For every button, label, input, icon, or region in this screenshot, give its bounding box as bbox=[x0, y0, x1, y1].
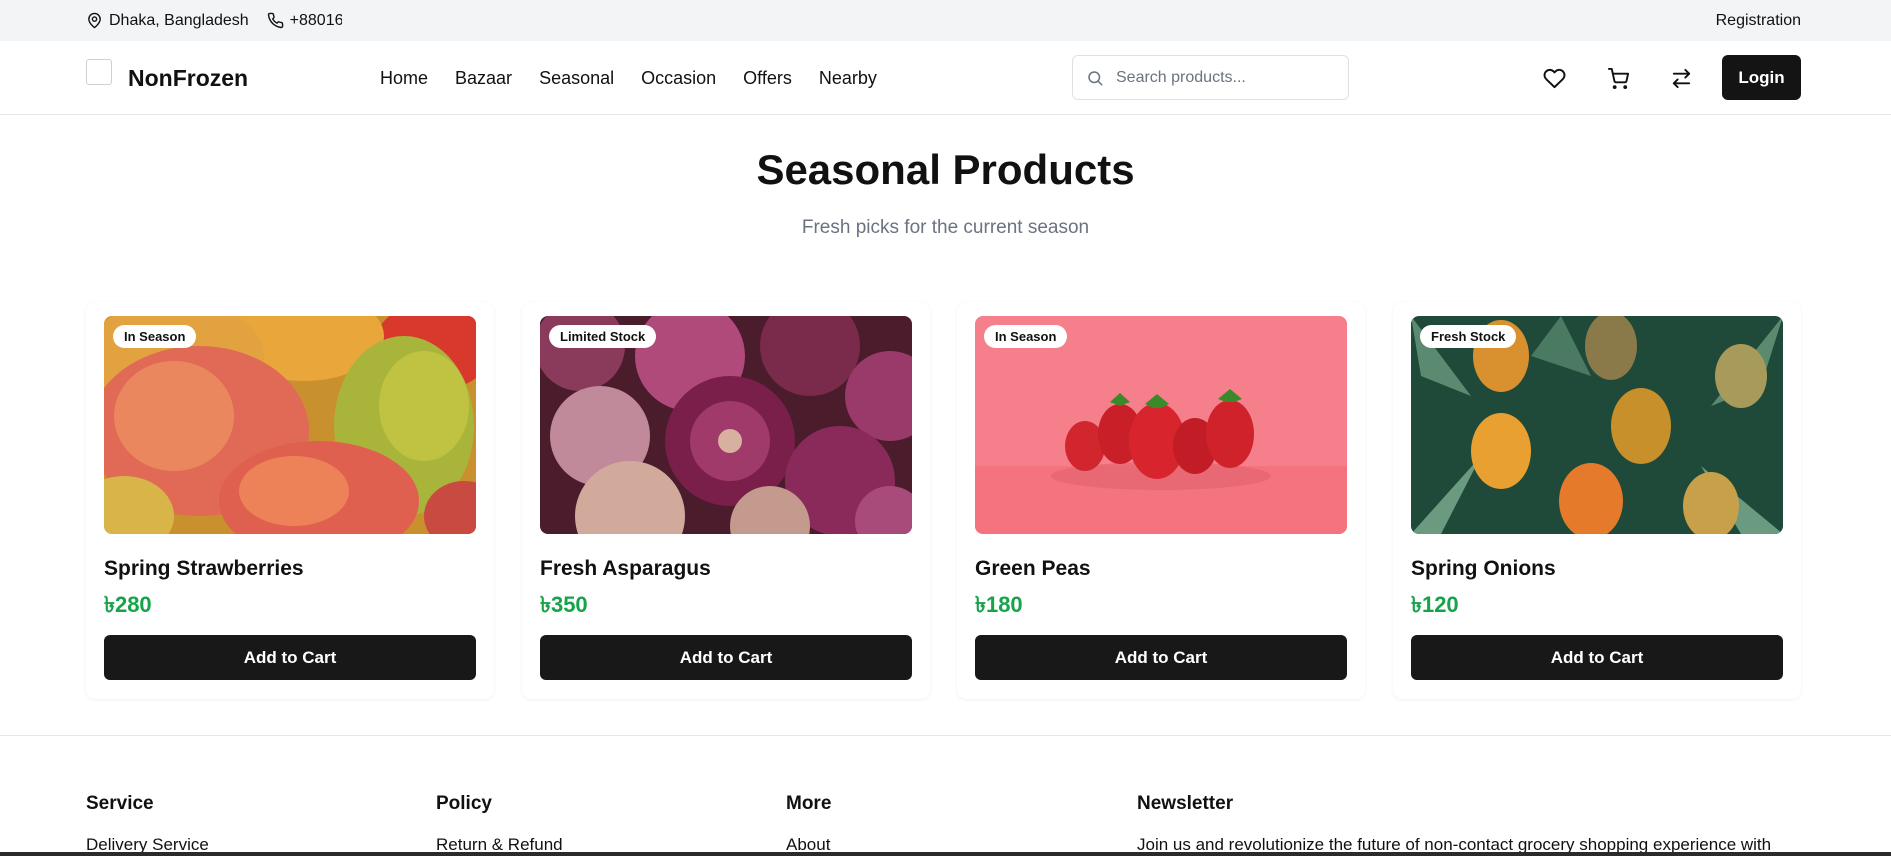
phone-icon bbox=[267, 12, 283, 29]
footer-heading-newsletter: Newsletter bbox=[1137, 793, 1234, 814]
product-price: ৳180 bbox=[975, 592, 1023, 617]
footer-newsletter: Newsletter Join us and revolutionize the… bbox=[1137, 793, 1771, 854]
product-price: ৳120 bbox=[1411, 592, 1459, 617]
product-card: Fresh Stock Spring Onions ৳120 Add to Ca… bbox=[1393, 302, 1801, 699]
search-box[interactable] bbox=[1072, 55, 1349, 100]
registration-link[interactable]: Registration bbox=[1716, 0, 1801, 41]
product-name[interactable]: Spring Strawberries bbox=[104, 557, 304, 581]
footer-service: Service Delivery Service bbox=[86, 793, 209, 854]
main-header: NonFrozen Home Bazaar Seasonal Occasion … bbox=[0, 41, 1891, 115]
footer-heading-more: More bbox=[786, 793, 832, 814]
product-price: ৳350 bbox=[540, 592, 588, 617]
add-to-cart-button[interactable]: Add to Cart bbox=[975, 635, 1347, 680]
location-pin-icon bbox=[88, 12, 101, 29]
arrows-swap-icon bbox=[1672, 68, 1690, 88]
product-card: Limited Stock Fresh Asparagus ৳350 Add t… bbox=[522, 302, 930, 699]
nav-occasion[interactable]: Occasion bbox=[641, 68, 716, 89]
search-icon bbox=[1088, 70, 1103, 85]
product-name[interactable]: Green Peas bbox=[975, 557, 1091, 581]
nav-home[interactable]: Home bbox=[380, 68, 428, 89]
contact-info: Dhaka, Bangladesh +88016 bbox=[86, 0, 342, 41]
footer-heading-policy: Policy bbox=[436, 793, 492, 814]
nav-seasonal[interactable]: Seasonal bbox=[539, 68, 614, 89]
wishlist-button[interactable] bbox=[1539, 63, 1569, 93]
strawberry-photo bbox=[975, 316, 1347, 534]
login-button[interactable]: Login bbox=[1722, 55, 1801, 100]
search-input[interactable] bbox=[1116, 68, 1336, 87]
brand-logo[interactable]: NonFrozen bbox=[86, 41, 248, 115]
compare-button[interactable] bbox=[1666, 63, 1696, 93]
product-name[interactable]: Spring Onions bbox=[1411, 557, 1556, 581]
cart-icon bbox=[1607, 67, 1629, 89]
product-image-mangoes[interactable]: In Season bbox=[104, 316, 476, 534]
product-name[interactable]: Fresh Asparagus bbox=[540, 557, 711, 581]
product-badge: In Season bbox=[113, 325, 197, 348]
mango-photo bbox=[104, 316, 476, 534]
broken-logo-image bbox=[86, 59, 112, 85]
cart-button[interactable] bbox=[1603, 63, 1633, 93]
top-bar: Dhaka, Bangladesh +88016 Registration bbox=[0, 0, 1891, 41]
footer-more: More About bbox=[786, 793, 832, 854]
page-subtitle: Fresh picks for the current season bbox=[801, 217, 1090, 238]
onion-photo bbox=[540, 316, 912, 534]
pineapple-photo bbox=[1411, 316, 1783, 534]
nav-bazaar[interactable]: Bazaar bbox=[455, 68, 512, 89]
phone-info: +88016 bbox=[267, 12, 342, 30]
heart-icon bbox=[1543, 68, 1565, 88]
footer-heading-service: Service bbox=[86, 793, 154, 814]
add-to-cart-button[interactable]: Add to Cart bbox=[1411, 635, 1783, 680]
window-bottom-edge bbox=[0, 852, 1891, 856]
product-badge: Limited Stock bbox=[549, 325, 657, 348]
phone-text: +88016 bbox=[289, 11, 342, 29]
product-image-strawberries[interactable]: In Season bbox=[975, 316, 1347, 534]
product-badge: Fresh Stock bbox=[1420, 325, 1517, 348]
main-nav: Home Bazaar Seasonal Occasion Offers Nea… bbox=[380, 41, 877, 115]
product-image-onions[interactable]: Limited Stock bbox=[540, 316, 912, 534]
product-card: In Season Green Peas ৳180 Add to Cart bbox=[957, 302, 1365, 699]
add-to-cart-button[interactable]: Add to Cart bbox=[540, 635, 912, 680]
footer-policy: Policy Return & Refund bbox=[436, 793, 563, 854]
add-to-cart-button[interactable]: Add to Cart bbox=[104, 635, 476, 680]
footer-divider bbox=[0, 735, 1891, 736]
page-title: Seasonal Products bbox=[756, 146, 1135, 193]
product-image-pineapples[interactable]: Fresh Stock bbox=[1411, 316, 1783, 534]
location-text: Dhaka, Bangladesh bbox=[109, 11, 249, 29]
product-price: ৳280 bbox=[104, 592, 152, 617]
brand-name: NonFrozen bbox=[128, 64, 249, 91]
nav-offers[interactable]: Offers bbox=[743, 68, 792, 89]
location-info: Dhaka, Bangladesh bbox=[86, 12, 249, 30]
product-card: In Season Spring Strawberries ৳280 Add t… bbox=[86, 302, 494, 699]
nav-nearby[interactable]: Nearby bbox=[819, 68, 877, 89]
product-badge: In Season bbox=[984, 325, 1068, 348]
